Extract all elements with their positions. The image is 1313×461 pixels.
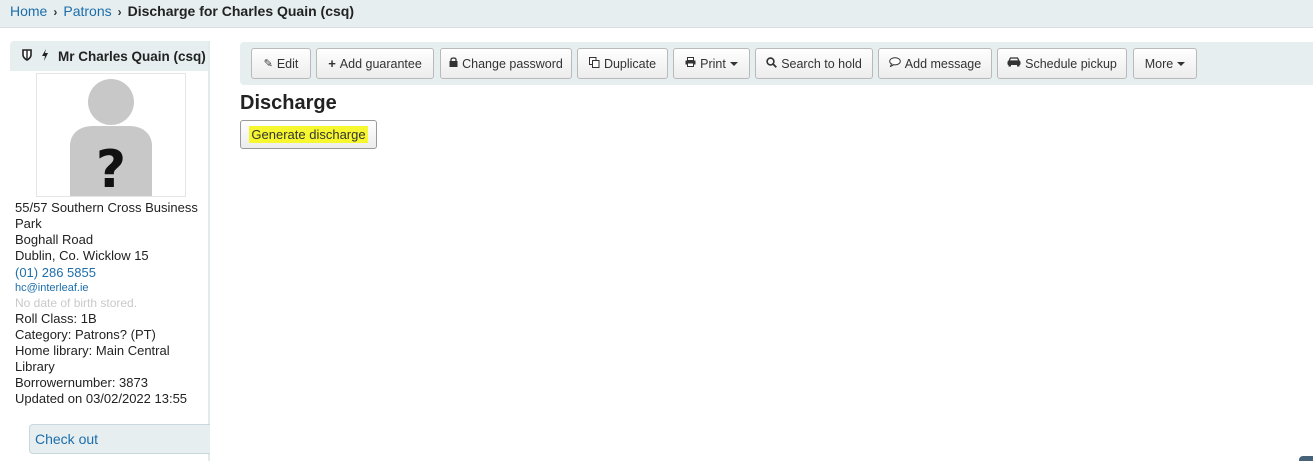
avatar-question-glyph: ? [96, 140, 126, 196]
patron-info: 55/57 Southern Cross Business Park Bogha… [15, 200, 210, 407]
search-to-hold-button[interactable]: Search to hold [755, 48, 873, 79]
generate-discharge-label: Generate discharge [249, 126, 368, 143]
page-title: Discharge [240, 92, 337, 114]
car-icon [1007, 57, 1021, 70]
schedule-pickup-label: Schedule pickup [1025, 56, 1117, 71]
updated-on: Updated on 03/02/2022 13:55 [15, 391, 188, 406]
duplicate-label: Duplicate [603, 56, 657, 71]
change-password-label: Change password [462, 56, 563, 71]
corner-widget[interactable] [1299, 456, 1313, 461]
address-line: 55/57 Southern Cross Business [15, 200, 198, 215]
schedule-pickup-button[interactable]: Schedule pickup [997, 48, 1127, 79]
generate-discharge-button[interactable]: Generate discharge [240, 120, 377, 149]
borrowernumber: Borrowernumber: 3873 [15, 375, 148, 390]
search-icon [766, 56, 778, 71]
printer-icon [685, 57, 696, 70]
print-label: Print [700, 56, 726, 71]
chevron-right-icon: › [53, 5, 58, 19]
bolt-icon [41, 48, 49, 64]
edit-label: Edit [276, 56, 299, 71]
print-button[interactable]: Print [673, 48, 750, 79]
patron-header: Mr Charles Quain (csq) [10, 41, 208, 71]
shield-icon [22, 48, 32, 64]
phone-link[interactable]: (01) 286 5855 [15, 265, 210, 281]
edit-button[interactable]: ✎ Edit [251, 48, 311, 79]
address-line: Dublin, Co. Wicklow 15 [15, 248, 149, 263]
add-message-button[interactable]: Add message [878, 48, 992, 79]
patron-sidebar: Mr Charles Quain (csq) ? 55/57 Southern … [10, 41, 210, 461]
dob-text: No date of birth stored. [15, 296, 138, 310]
pencil-icon: ✎ [263, 58, 273, 70]
caret-down-icon [1177, 61, 1186, 66]
plus-icon: + [328, 56, 336, 71]
breadcrumb: Home › Patrons › Discharge for Charles Quain… [0, 0, 1313, 28]
avatar-placeholder-icon: ? [70, 79, 152, 200]
email-link[interactable]: hc@interleaf.ie [15, 281, 210, 295]
breadcrumb-home-link[interactable]: Home [10, 3, 47, 19]
home-library: Library [15, 359, 55, 374]
more-label: More [1144, 56, 1174, 71]
breadcrumb-current: Discharge for Charles Quain (csq) [127, 3, 355, 19]
lock-icon [449, 57, 458, 70]
add-guarantee-label: Add guarantee [339, 56, 422, 71]
patron-photo: ? [36, 73, 186, 200]
caret-down-icon [729, 61, 738, 66]
breadcrumb-patrons-link[interactable]: Patrons [63, 3, 111, 19]
add-message-label: Add message [904, 56, 982, 71]
category: Category: Patrons? (PT) [15, 327, 156, 342]
add-guarantee-button[interactable]: + Add guarantee [316, 48, 434, 79]
change-password-button[interactable]: Change password [440, 48, 572, 79]
patron-name: Mr Charles Quain (csq) [58, 48, 206, 64]
comment-icon [888, 57, 901, 70]
home-library: Home library: Main Central [15, 343, 170, 358]
search-to-hold-label: Search to hold [781, 56, 862, 71]
address-line: Boghall Road [15, 232, 94, 247]
address-line: Park [15, 216, 42, 231]
sidebar-item-checkout[interactable]: Check out [29, 424, 210, 454]
more-button[interactable]: More [1133, 48, 1197, 79]
copy-icon [588, 56, 600, 71]
roll-class: Roll Class: 1B [15, 311, 97, 326]
patron-toolbar: ✎ Edit + Add guarantee Change password Dup… [240, 42, 1313, 85]
duplicate-button[interactable]: Duplicate [577, 48, 668, 79]
chevron-right-icon: › [117, 5, 122, 19]
